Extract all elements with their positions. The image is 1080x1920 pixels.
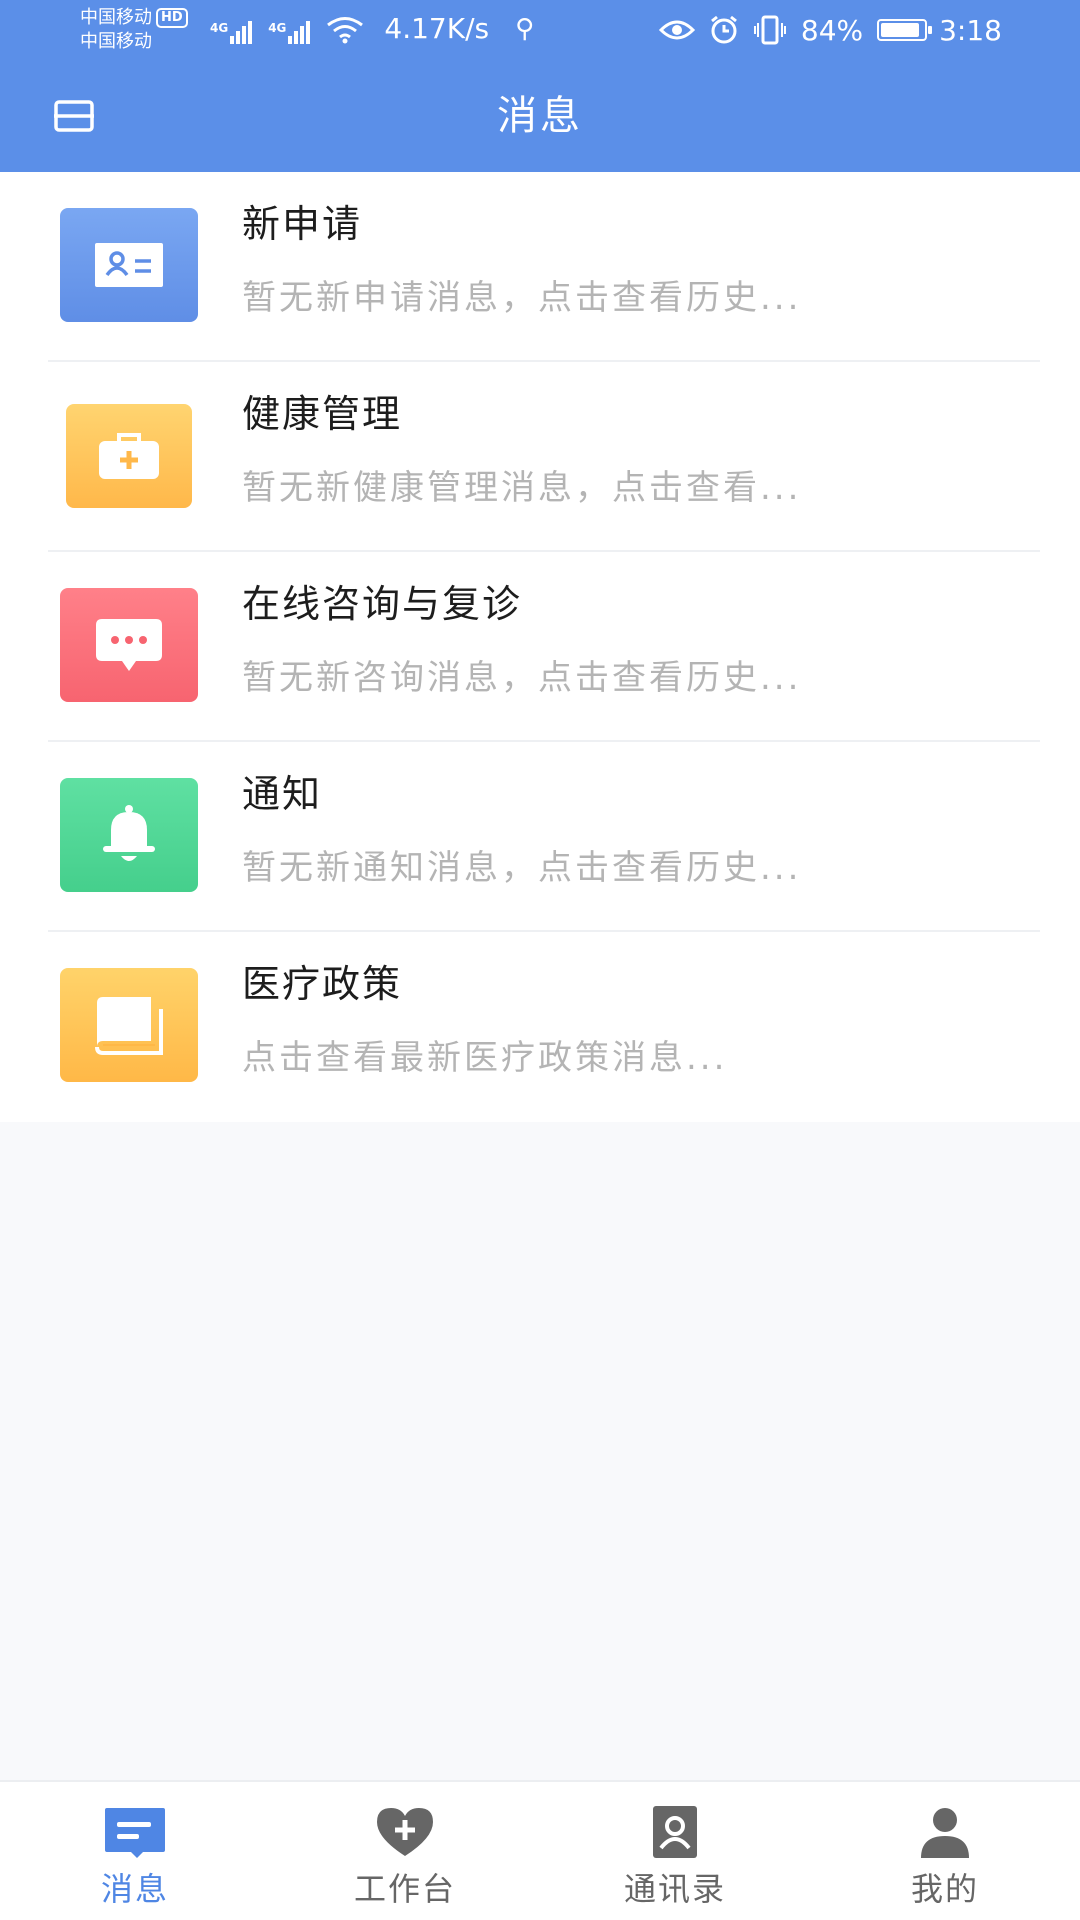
list-item-new-application[interactable]: 新申请 暂无新申请消息，点击查看历史... — [0, 172, 1080, 362]
list-item-medical-policy[interactable]: 医疗政策 点击查看最新医疗政策消息... — [0, 932, 1080, 1122]
item-subtitle: 暂无新咨询消息，点击查看历史... — [242, 658, 802, 698]
message-icon — [105, 1808, 165, 1858]
profile-icon — [921, 1808, 969, 1858]
carrier-info: 中国移动 HD 中国移动 — [80, 6, 188, 54]
item-title: 通知 — [242, 772, 323, 816]
heart-plus-icon — [377, 1808, 433, 1856]
tab-contacts[interactable]: 通讯录 — [540, 1782, 810, 1920]
carrier-1: 中国移动 — [80, 7, 152, 28]
nav-label: 消息 — [100, 1870, 169, 1908]
status-right: 84% 3:18 — [645, 12, 1002, 48]
status-bar: 中国移动 HD 中国移动 4G 4G 4.17K/s ⚲ 84% 3:18 — [0, 0, 1080, 62]
battery-percent: 84% — [800, 13, 864, 47]
item-subtitle: 点击查看最新医疗政策消息... — [242, 1038, 728, 1078]
usb-icon: ⚲ — [515, 14, 535, 44]
carrier-2: 中国移动 — [80, 31, 152, 52]
vibrate-icon — [753, 15, 786, 45]
nav-label: 工作台 — [353, 1870, 456, 1908]
tab-workbench[interactable]: 工作台 — [270, 1782, 540, 1920]
list-item-notification[interactable]: 通知 暂无新通知消息，点击查看历史... — [0, 742, 1080, 932]
alarm-icon — [710, 15, 737, 44]
contacts-icon — [653, 1806, 697, 1858]
bell-icon — [60, 778, 198, 892]
page-title: 消息 — [497, 93, 583, 139]
book-icon — [60, 968, 198, 1082]
id-card-icon — [60, 208, 198, 322]
list-item-online-consultation[interactable]: 在线咨询与复诊 暂无新咨询消息，点击查看历史... — [0, 552, 1080, 742]
medical-kit-icon — [66, 404, 192, 508]
app-header: 中国移动 HD 中国移动 4G 4G 4.17K/s ⚲ 84% 3:18 消息 — [0, 0, 1080, 172]
message-list: 新申请 暂无新申请消息，点击查看历史... 健康管理 暂无新健康管理消息，点击查… — [0, 172, 1080, 1122]
signal-group: 4G 4G 4.17K/s ⚲ — [210, 14, 534, 44]
item-title: 在线咨询与复诊 — [242, 582, 523, 626]
bottom-nav: 消息 工作台 通讯录 我的 — [0, 1780, 1080, 1920]
battery-icon — [877, 19, 933, 41]
item-title: 健康管理 — [242, 392, 403, 436]
chat-bubble-icon — [60, 588, 198, 702]
list-item-health-management[interactable]: 健康管理 暂无新健康管理消息，点击查看... — [0, 362, 1080, 552]
eye-icon — [658, 20, 695, 40]
net-speed: 4.17K/s — [384, 12, 490, 45]
signal-strength-icon: 4G — [268, 21, 312, 44]
hd-badge: HD — [156, 8, 188, 28]
signal-strength-icon: 4G — [210, 21, 254, 44]
tab-profile[interactable]: 我的 — [810, 1782, 1080, 1920]
item-subtitle: 暂无新健康管理消息，点击查看... — [242, 468, 802, 508]
nav-label: 通讯录 — [623, 1870, 726, 1908]
item-title: 医疗政策 — [242, 962, 403, 1006]
item-subtitle: 暂无新申请消息，点击查看历史... — [242, 278, 802, 318]
clock: 3:18 — [939, 13, 1002, 47]
nav-label: 我的 — [910, 1870, 979, 1908]
item-title: 新申请 — [242, 202, 363, 246]
item-subtitle: 暂无新通知消息，点击查看历史... — [242, 848, 802, 888]
tab-messages[interactable]: 消息 — [0, 1782, 270, 1920]
wifi-icon — [327, 17, 364, 44]
